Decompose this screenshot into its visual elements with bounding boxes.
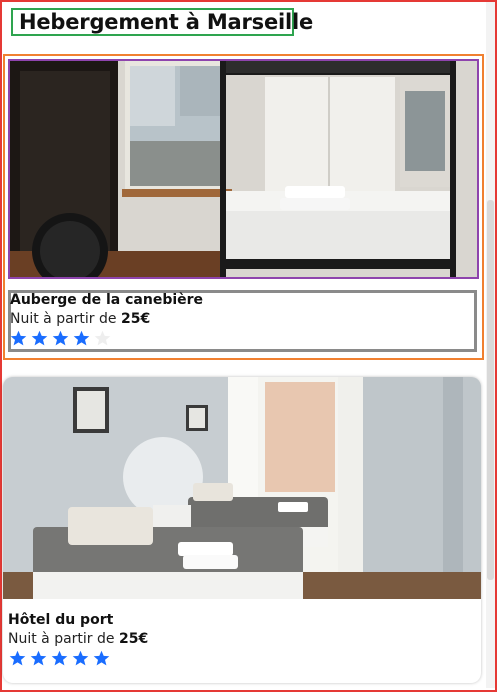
star-icon: [9, 650, 26, 666]
star-icon: [94, 330, 111, 346]
star-icon: [51, 650, 68, 666]
scrollbar-thumb[interactable]: [487, 200, 494, 580]
hotel-name[interactable]: Hôtel du port: [8, 612, 113, 628]
price-line: Nuit à partir de 25€: [8, 631, 148, 647]
price-prefix: Nuit à partir de: [10, 311, 121, 327]
star-icon: [30, 650, 47, 666]
star-icon: [52, 330, 69, 346]
rating-stars: [10, 330, 115, 350]
star-icon: [72, 650, 89, 666]
price-line: Nuit à partir de 25€: [10, 311, 150, 327]
hotel-name[interactable]: Auberge de la canebière: [10, 292, 203, 308]
hotel-image[interactable]: [3, 377, 481, 599]
star-icon: [73, 330, 90, 346]
page-title: Hebergement à Marseille: [19, 10, 314, 34]
price-value: 25€: [118, 631, 149, 647]
price-prefix: Nuit à partir de: [8, 631, 119, 647]
hotel-image[interactable]: [8, 59, 479, 279]
price-value: 25€: [120, 311, 151, 327]
star-icon: [10, 330, 27, 346]
rating-stars: [9, 650, 114, 670]
star-icon: [93, 650, 110, 666]
star-icon: [31, 330, 48, 346]
